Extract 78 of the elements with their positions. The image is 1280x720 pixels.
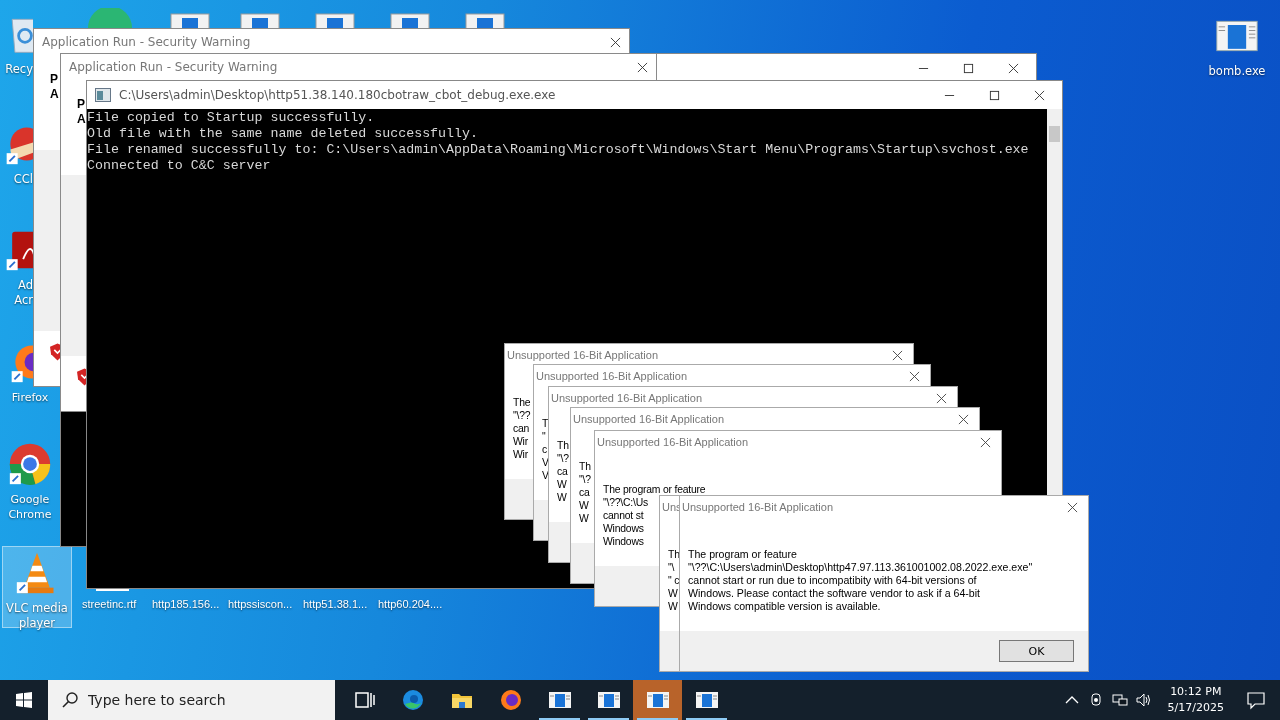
window-title: Unsupported 16-Bit Application	[573, 413, 725, 425]
desktop-shortcut[interactable]: bomb.exe	[1202, 10, 1272, 92]
dialog-text: The	[513, 396, 531, 409]
shortcut-label: VLC media player	[6, 601, 68, 631]
window-title: Unsupported 16-Bit Application	[597, 436, 749, 448]
file-label[interactable]: http51.38.1...	[303, 598, 368, 610]
close-icon[interactable]	[958, 413, 969, 425]
dialog-text: ca	[579, 486, 590, 499]
dialog-text: W	[579, 499, 589, 512]
window-title: Unsupported 16-Bit Application	[536, 370, 688, 382]
firefox-icon	[498, 688, 523, 712]
dialog-text: "	[542, 430, 546, 443]
dialog-text: ca	[557, 465, 568, 478]
close-icon[interactable]	[980, 436, 991, 448]
console-line: File renamed successfully to: C:\Users\admin\AppData\Roaming\Microsoft\Windows\Start Menu\Programs\Startup\svchost.exe	[87, 142, 1030, 158]
browser-icon	[400, 688, 425, 712]
dialog-text: Windows	[603, 522, 644, 535]
file-label[interactable]: streetinc.rtf	[82, 598, 137, 610]
chrome-icon	[8, 442, 52, 486]
console-line: File copied to Startup successfully.	[87, 110, 376, 126]
search-field[interactable]: Type here to search	[48, 680, 335, 720]
dialog-text: " c	[668, 574, 680, 587]
warning-text: P A	[50, 72, 59, 102]
dialog-text: W	[668, 587, 678, 600]
dialog-text: Windows	[603, 535, 644, 548]
dialog-text: Th	[668, 548, 680, 561]
dialog-text: W	[557, 478, 567, 491]
window-title: C:\Users\admin\Desktop\http51.38.140.180cbotraw_cbot_debug.exe.exe	[119, 88, 556, 102]
dialog-text: c	[542, 443, 547, 456]
window-title: Unsupported 16-Bit Application	[551, 392, 703, 404]
file-label[interactable]: httpssiscon...	[228, 598, 293, 610]
dialog-text: T	[542, 417, 549, 430]
warning-text: P A	[77, 97, 86, 127]
close-icon[interactable]	[1067, 501, 1078, 513]
desktop-shortcut[interactable]: VLC media player	[2, 546, 72, 628]
dialog-text: Wir	[513, 448, 528, 461]
desktop-shortcut[interactable]: Recy	[2, 8, 33, 90]
file-label[interactable]: http60.204....	[378, 598, 443, 610]
dialog-text: can	[513, 422, 530, 435]
date-text: 5/17/2025	[1167, 700, 1224, 716]
shortcut-label: Firefox	[11, 390, 49, 405]
window-title: Application Run - Security Warning	[42, 35, 251, 49]
shortcut-label: Google Chrome	[8, 492, 52, 522]
close-icon[interactable]	[936, 392, 947, 404]
window-title: Unsupported 16-Bit Application	[507, 349, 659, 361]
time-text: 10:12 PM	[1170, 684, 1222, 700]
dialog-text: "\??	[513, 409, 531, 422]
close-icon[interactable]	[637, 61, 648, 73]
dialog-message: The program or feature "\??\C:\Users\admin\Desktop\http47.97.113.361001002.08.2022.exe.exe" cannot start or run due to incompatibity with 64-bit versions of Windows. Please contact the software vendor to ask if a 64-bit Windows compatible version is available.	[688, 548, 1033, 613]
close-icon[interactable]	[909, 370, 920, 382]
desktop-shortcut[interactable]: Google Chrome	[2, 438, 58, 520]
dialog-text: "\	[668, 561, 675, 574]
shortcut-label: bomb.exe	[1208, 64, 1266, 79]
ok-button[interactable]: OK	[999, 640, 1074, 662]
dialog-text: "\??\C:\Us	[603, 496, 648, 509]
dialog-text: W	[557, 491, 567, 504]
console-line: Connected to C&C server	[87, 158, 272, 174]
dialog-text: "\?	[579, 473, 591, 486]
console-icon	[95, 88, 111, 102]
dialog-text: W	[668, 600, 678, 613]
close-icon[interactable]	[892, 349, 903, 361]
dialog-text: cannot st	[603, 509, 644, 522]
file-label[interactable]: http185.156...	[152, 598, 220, 610]
dialog-text: W	[579, 512, 589, 525]
dialog-text: Th	[557, 439, 569, 452]
dialog-text: The program or feature	[603, 483, 706, 496]
dialog-text: "\?	[557, 452, 569, 465]
shortcut-label: Ad Acr	[14, 278, 33, 306]
shortcut-label: CCl	[13, 172, 33, 187]
close-icon[interactable]	[610, 36, 621, 48]
dialog-text: Th	[579, 460, 591, 473]
search-icon	[62, 692, 78, 708]
shortcut-label: Recy	[5, 62, 33, 77]
clock[interactable]: 10:12 PM 5/17/2025	[1155, 684, 1236, 716]
window-title: Application Run - Security Warning	[69, 60, 278, 74]
dialog-text: Wir	[513, 435, 528, 448]
window-title: Unsupported 16-Bit Application	[682, 501, 834, 513]
console-line: Old file with the same name deleted successfully.	[87, 126, 479, 142]
